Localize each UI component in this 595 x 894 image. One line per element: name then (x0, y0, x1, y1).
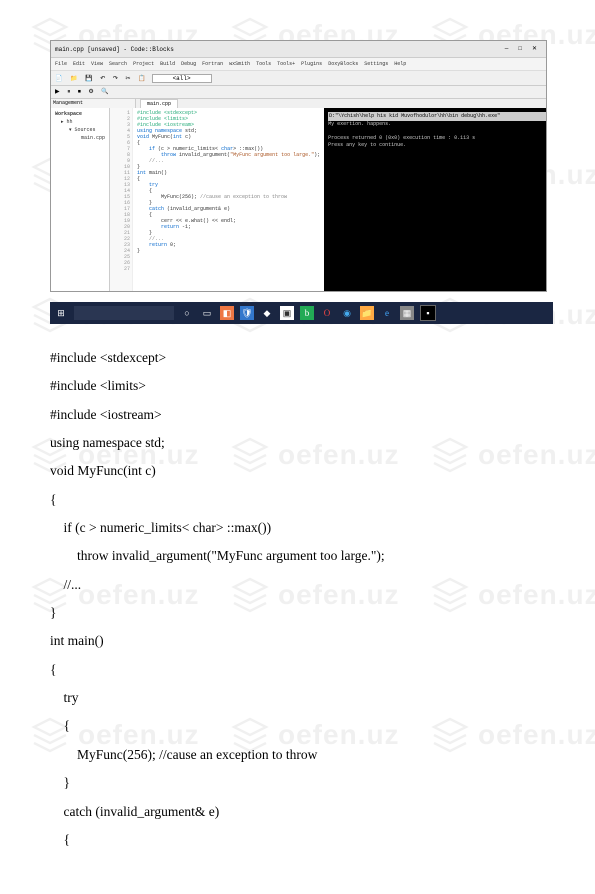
menu-debug[interactable]: Debug (181, 61, 196, 67)
menu-wxsmith[interactable]: wxSmith (229, 61, 250, 67)
code-line: { (50, 712, 545, 740)
menu-help[interactable]: Help (394, 61, 406, 67)
tree-workspace[interactable]: Workspace (53, 110, 107, 118)
code-line: if (c > numeric_limits< char> ::max()) (50, 514, 545, 542)
code-line: { (50, 826, 545, 854)
code-line: using namespace std; (50, 429, 545, 457)
ide-toolbar-2: ▶ ⏸ ⏹ ⚙ 🔍 (51, 86, 546, 99)
editor-code[interactable]: #include <stdexcept> #include <limits> #… (133, 108, 324, 292)
build-target-select[interactable]: <all> (152, 74, 212, 83)
project-tree: Workspace ▸ hh ▾ Sources main.cpp (51, 108, 110, 292)
cortana-icon[interactable]: ○ (180, 306, 194, 320)
menu-toolsplus[interactable]: Tools+ (277, 61, 295, 67)
code-line: { (50, 656, 545, 684)
console-path: D:"\Ychish\help his kid Muvofhodulor\hh\… (328, 112, 547, 121)
menu-tools[interactable]: Tools (256, 61, 271, 67)
app-icon[interactable]: b (300, 306, 314, 320)
menu-edit[interactable]: Edit (73, 61, 85, 67)
tree-folder[interactable]: ▾ Sources (53, 126, 107, 134)
app-icon[interactable]: ▦ (400, 306, 414, 320)
console-output: D:"\Ychish\help his kid Muvofhodulor\hh\… (324, 108, 547, 292)
start-icon[interactable]: ⊞ (54, 306, 68, 320)
taskbar-search[interactable] (74, 306, 174, 320)
app-icon[interactable]: ◉ (340, 306, 354, 320)
app-icon[interactable]: 🛡 (240, 306, 254, 320)
ide-main: 1234567891011121314151617181920212223242… (110, 108, 547, 292)
ide-screenshot: main.cpp [unsaved] - Code::Blocks — □ ✕ … (50, 40, 547, 292)
ide-toolbar: 📄 📁 💾 ↶ ↷ ✂ 📋 <all> (51, 71, 546, 86)
code-line: MyFunc(256); //cause an exception to thr… (50, 741, 545, 769)
app-icon[interactable]: ▣ (280, 306, 294, 320)
window-title: main.cpp [unsaved] - Code::Blocks (55, 46, 174, 53)
page-content: main.cpp [unsaved] - Code::Blocks — □ ✕ … (0, 0, 595, 894)
menu-doxyblocks[interactable]: DoxyBlocks (328, 61, 358, 67)
window-controls: — □ ✕ (505, 45, 542, 53)
menu-settings[interactable]: Settings (364, 61, 388, 67)
menu-build[interactable]: Build (160, 61, 175, 67)
editor-tab[interactable]: main.cpp (140, 99, 178, 108)
code-line: #include <limits> (50, 372, 545, 400)
windows-taskbar: ⊞ ○ ▭ ◧ 🛡 ◆ ▣ b O ◉ 📁 e ▦ ▪ (50, 302, 553, 324)
menu-fortran[interactable]: Fortran (202, 61, 223, 67)
code-line: #include <stdexcept> (50, 344, 545, 372)
ide-body: Workspace ▸ hh ▾ Sources main.cpp 123456… (51, 108, 546, 292)
code-line: catch (invalid_argument& e) (50, 798, 545, 826)
code-editor[interactable]: 1234567891011121314151617181920212223242… (110, 108, 324, 292)
app-icon[interactable]: 📁 (360, 306, 374, 320)
menu-view[interactable]: View (91, 61, 103, 67)
menu-file[interactable]: File (55, 61, 67, 67)
document-code-block: #include <stdexcept> #include <limits> #… (50, 344, 545, 854)
console-line2: Process returned 0 (0x0) execution time … (328, 135, 547, 142)
code-line: try (50, 684, 545, 712)
code-line: } (50, 599, 545, 627)
tree-file[interactable]: main.cpp (53, 134, 107, 142)
console-icon[interactable]: ▪ (420, 305, 436, 321)
taskview-icon[interactable]: ▭ (200, 306, 214, 320)
app-icon[interactable]: O (320, 306, 334, 320)
app-icon[interactable]: ◧ (220, 306, 234, 320)
code-line: { (50, 486, 545, 514)
ide-titlebar: main.cpp [unsaved] - Code::Blocks — □ ✕ (51, 41, 546, 58)
app-icon[interactable]: ◆ (260, 306, 274, 320)
management-panel-header: Management (51, 99, 136, 108)
edge-icon[interactable]: e (380, 306, 394, 320)
debug-icons[interactable]: ▶ ⏸ ⏹ ⚙ 🔍 (55, 88, 111, 96)
code-line: #include <iostream> (50, 401, 545, 429)
menu-plugins[interactable]: Plugins (301, 61, 322, 67)
code-line: int main() (50, 627, 545, 655)
tree-project[interactable]: ▸ hh (53, 118, 107, 126)
code-line: void MyFunc(int c) (50, 457, 545, 485)
close-icon[interactable]: ✕ (532, 45, 542, 53)
maximize-icon[interactable]: □ (518, 45, 528, 53)
minimize-icon[interactable]: — (505, 45, 515, 53)
menu-project[interactable]: Project (133, 61, 154, 67)
toolbar-icons[interactable]: 📄 📁 💾 ↶ ↷ ✂ 📋 (55, 75, 148, 82)
line-gutter: 1234567891011121314151617181920212223242… (110, 108, 133, 292)
ide-menubar: File Edit View Search Project Build Debu… (51, 58, 546, 71)
code-line: } (50, 769, 545, 797)
console-line3: Press any key to continue. (328, 142, 547, 149)
console-line1: My exertion. happens. (328, 121, 547, 128)
code-line: throw invalid_argument("MyFunc argument … (50, 542, 545, 570)
menu-search[interactable]: Search (109, 61, 127, 67)
code-line: //... (50, 571, 545, 599)
